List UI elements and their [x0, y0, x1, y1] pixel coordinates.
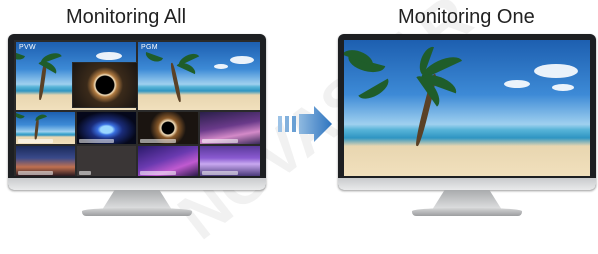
right-monitor-bezel: [338, 34, 596, 190]
eclipse-overlay-layer: [72, 62, 138, 108]
source-thumbnail-8[interactable]: [199, 145, 260, 176]
left-monitor-chin: [8, 178, 266, 190]
source-thumbnail-5[interactable]: [15, 145, 76, 176]
pgm-label: PGM: [141, 44, 158, 51]
arrow-icon: [278, 106, 332, 142]
source-thumbnail-1[interactable]: [15, 111, 76, 145]
left-monitor-base: [82, 208, 192, 216]
right-monitor-stand: [432, 190, 502, 210]
monitoring-one-caption: Monitoring One: [398, 6, 535, 28]
source-thumbnail-2[interactable]: [76, 111, 137, 145]
left-monitor-bezel: PVW PGM: [8, 34, 266, 190]
source-thumbnail-3[interactable]: [137, 111, 199, 145]
left-monitor-screen: PVW PGM: [14, 40, 260, 176]
pgm-window: PGM: [137, 41, 260, 111]
right-monitor: [338, 34, 596, 240]
source-thumbnail-4[interactable]: [199, 111, 260, 145]
left-monitor-stand: [102, 190, 172, 210]
pvw-label: PVW: [19, 44, 36, 51]
source-thumbnail-6[interactable]: [76, 145, 137, 176]
source-thumbnail-7[interactable]: [137, 145, 199, 176]
right-monitor-screen: [344, 40, 590, 176]
monitoring-all-caption: Monitoring All: [66, 6, 187, 28]
right-monitor-chin: [338, 178, 596, 190]
left-monitor: PVW PGM: [8, 34, 266, 240]
right-monitor-base: [412, 208, 522, 216]
